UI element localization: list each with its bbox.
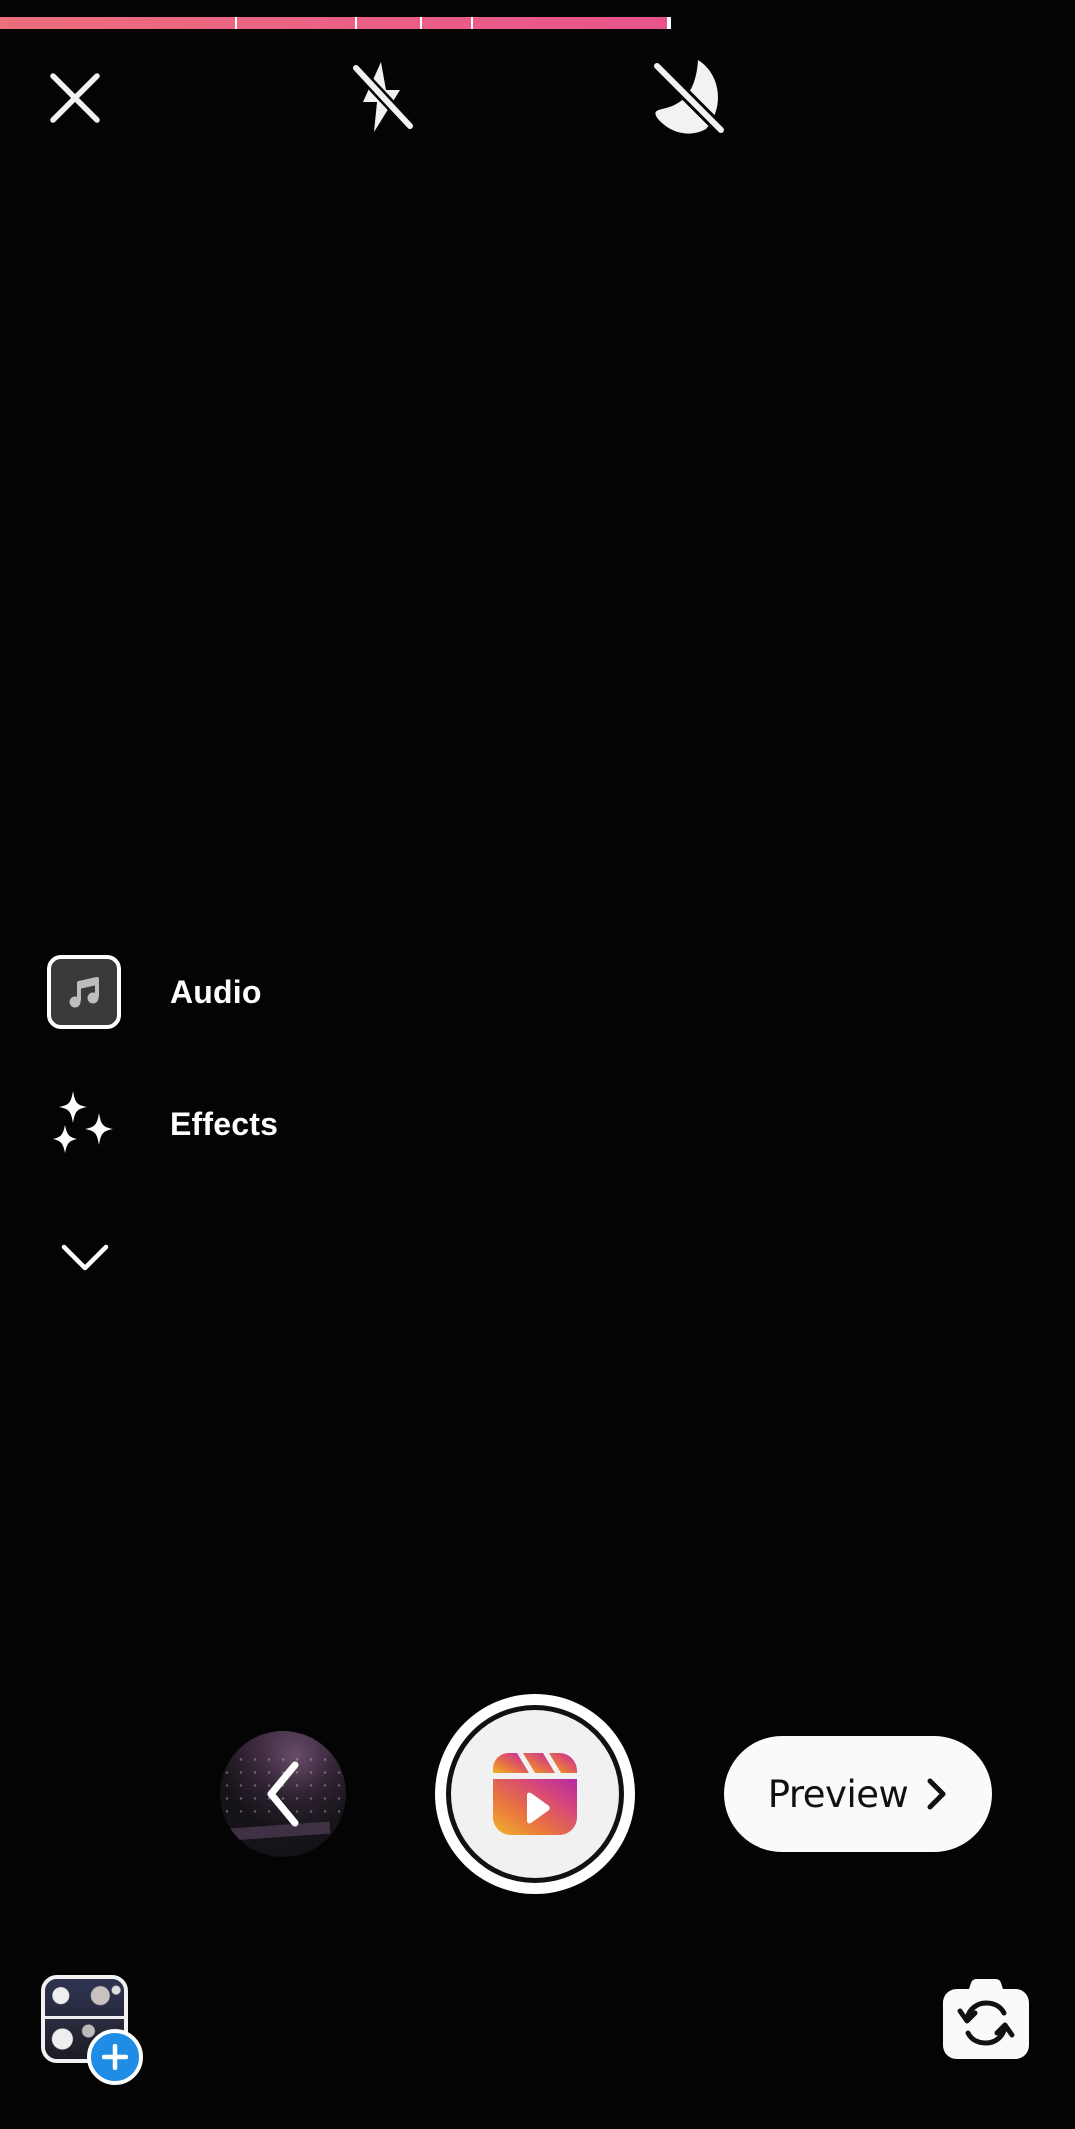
night-mode-off-icon [650,59,728,137]
flash-toggle-button[interactable] [343,57,423,137]
tool-label-audio: Audio [170,974,262,1010]
sparkles-icon [53,1091,113,1153]
preview-button-label: Preview [767,1772,909,1816]
flip-camera-icon [943,1979,1029,2059]
gallery-add-button[interactable] [87,2029,143,2085]
progress-clip-segment [236,17,357,29]
tool-effects[interactable]: Effects [46,1086,278,1162]
chevron-right-icon [927,1778,946,1810]
flip-camera-button[interactable] [940,1975,1032,2065]
record-button[interactable] [435,1694,635,1894]
tool-audio[interactable]: Audio [46,954,261,1030]
plus-icon [102,2044,128,2070]
flash-off-icon [348,60,418,134]
chevron-left-icon [267,1761,299,1827]
gallery-thumbnail [45,1979,124,2019]
progress-clip-segment [422,17,473,29]
audio-icon-box [47,955,121,1029]
undo-last-clip-button[interactable] [220,1731,346,1857]
music-note-icon [69,977,99,1008]
preview-button[interactable]: Preview [724,1736,992,1852]
progress-clip-segment [0,17,237,29]
close-button[interactable] [35,58,115,138]
reels-icon [493,1753,577,1835]
tool-label-effects: Effects [170,1106,279,1142]
close-icon [50,73,100,123]
tools-expand-button[interactable] [45,1217,125,1297]
night-mode-toggle-button[interactable] [648,57,728,137]
progress-clip-segment [473,17,669,29]
recording-progress-bar [0,17,1075,29]
progress-clip-divider [666,17,671,29]
progress-clip-segment [356,17,423,29]
chevron-down-icon [61,1244,109,1271]
